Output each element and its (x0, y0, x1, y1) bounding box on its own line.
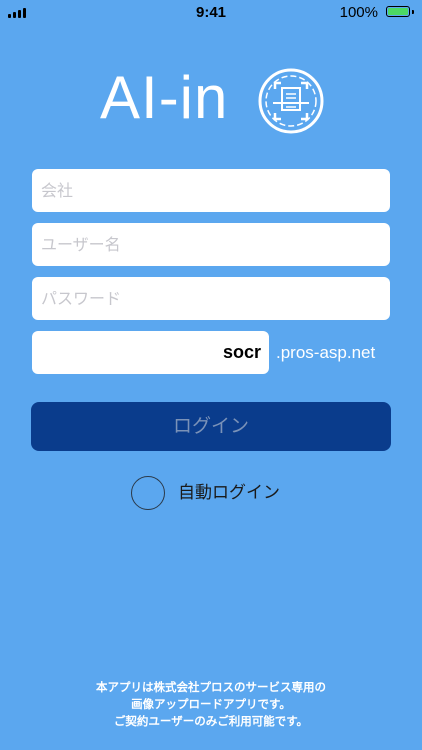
scanner-logo-icon (258, 68, 324, 134)
login-button[interactable]: ログイン (31, 402, 391, 451)
auto-login-label: 自動ログイン (178, 483, 280, 503)
app-logo: AI-in (100, 60, 330, 135)
username-field[interactable]: ユーザー名 (32, 223, 390, 266)
domain-suffix: .pros-asp.net (276, 343, 376, 362)
footer-line: 画像アップロードアプリです。 (131, 697, 291, 711)
status-bar: 9:41 100% (0, 0, 422, 26)
domain-field[interactable]: socr (32, 331, 269, 374)
battery-cap (412, 10, 414, 14)
logo-text: AI-in (100, 64, 229, 131)
battery-fill (388, 8, 408, 15)
footer-notice: 本アプリは株式会社プロスのサービス専用の 画像アップロードアプリです。 ご契約ユ… (0, 679, 422, 730)
battery-percent: 100% (339, 4, 378, 21)
footer-line: 本アプリは株式会社プロスのサービス専用の (96, 680, 326, 694)
footer-line: ご契約ユーザーのみご利用可能です。 (113, 714, 309, 728)
auto-login-radio[interactable] (131, 476, 165, 510)
company-field[interactable]: 会社 (32, 169, 390, 212)
password-field[interactable]: パスワード (32, 277, 390, 320)
battery-icon (386, 6, 410, 17)
